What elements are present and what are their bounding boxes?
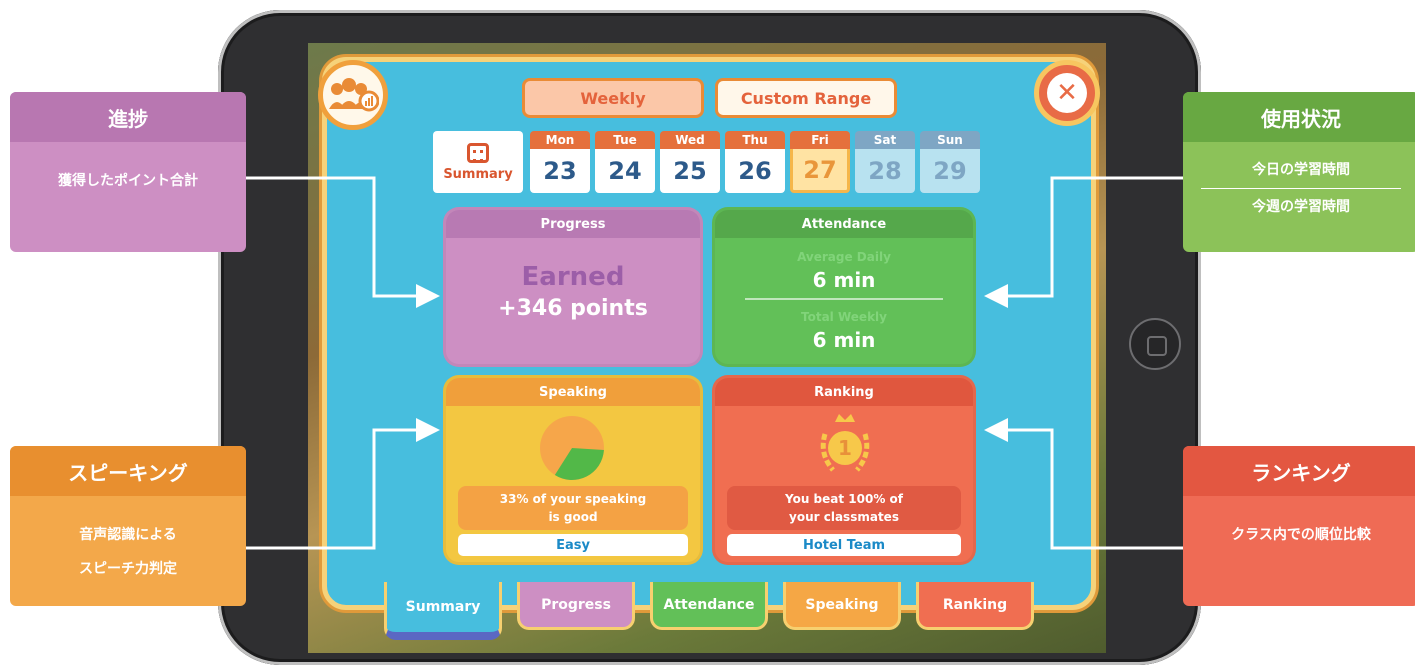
arrow-ranking <box>984 418 1183 550</box>
arrow-progress <box>246 176 440 308</box>
arrow-speaking <box>246 418 440 550</box>
callout-arrows <box>246 176 1183 550</box>
arrow-usage <box>984 176 1183 308</box>
